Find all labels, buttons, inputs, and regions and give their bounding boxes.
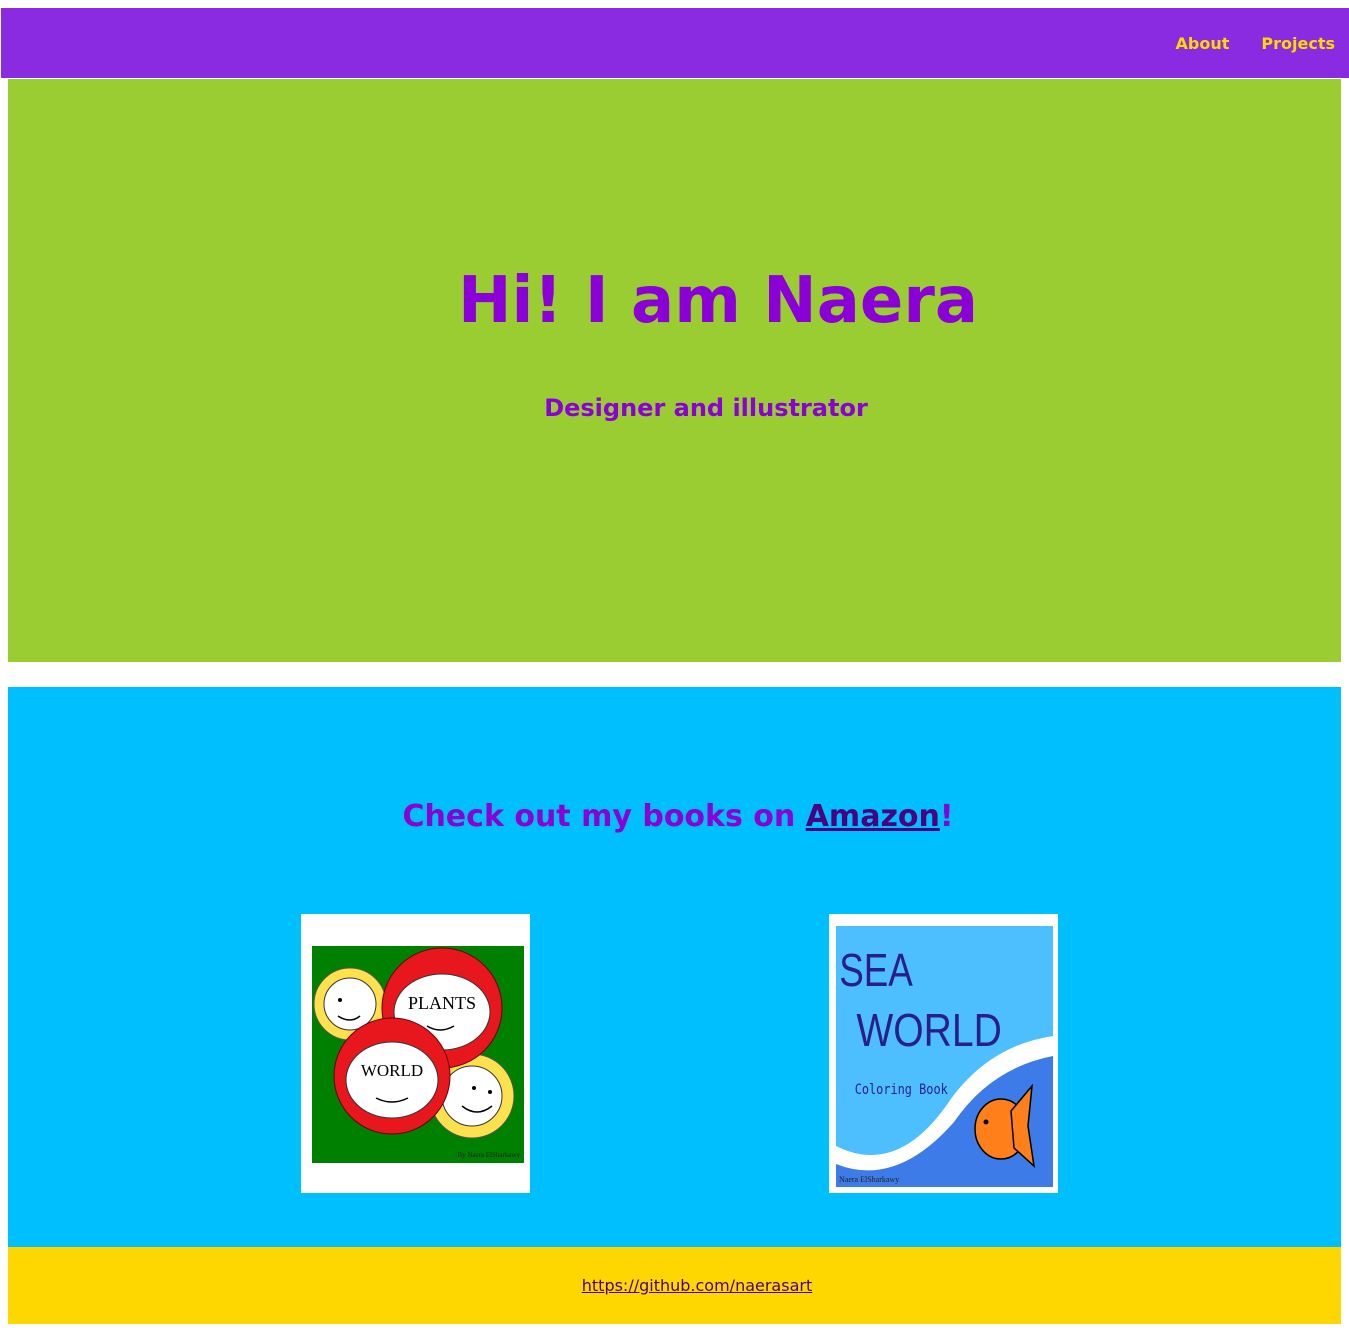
plants-author: By Naera ElSharkawy — [457, 1151, 520, 1159]
books-heading: Check out my books on Amazon! — [8, 797, 1348, 837]
github-link[interactable]: https://github.com/naerasart — [8, 1275, 1349, 1297]
sea-word: SEA — [839, 944, 913, 996]
hero-subtitle: Designer and illustrator — [544, 394, 868, 422]
coloring-book-label: Coloring Book — [855, 1082, 948, 1098]
hero-title: Hi! I am Naera — [457, 264, 979, 338]
red-flower-world: WORLD — [333, 1017, 451, 1135]
sea-world-cover-icon: SEA WORLD Coloring Book Naera ElSharkawy — [836, 926, 1053, 1187]
plants-world-illustration: PLANTS WORLD By Naera ElSharkawy — [313, 947, 520, 1159]
book-cover-sea-world[interactable]: SEA WORLD Coloring Book Naera ElSharkawy — [829, 914, 1058, 1193]
books-heading-suffix: ! — [939, 799, 954, 834]
footer: https://github.com/naerasart — [8, 1247, 1341, 1324]
amazon-link[interactable]: Amazon — [806, 799, 940, 834]
books-heading-prefix: Check out my books on — [402, 799, 806, 834]
page: About Projects Hi! I am Naera Designer a… — [0, 0, 1349, 1332]
sea-author: Naera ElSharkawy — [839, 1175, 899, 1184]
nav-link-about[interactable]: About — [1176, 34, 1230, 54]
world-word-sea: WORLD — [856, 1005, 1001, 1057]
sea-world-illustration: SEA WORLD Coloring Book Naera ElSharkawy — [836, 926, 1053, 1187]
plants-world-cover-icon: PLANTS WORLD By Naera ElSharkawy — [312, 946, 524, 1163]
books-section: Check out my books on Amazon! PLANTS WOR… — [8, 687, 1341, 1247]
navbar: About Projects — [1, 8, 1349, 78]
nav-links: About Projects — [1176, 34, 1335, 54]
world-word: WORLD — [361, 1061, 423, 1080]
hero-section: Hi! I am Naera Designer and illustrator — [8, 79, 1341, 662]
nav-link-projects[interactable]: Projects — [1261, 34, 1335, 54]
book-cover-plants-world[interactable]: PLANTS WORLD By Naera ElSharkawy — [301, 914, 530, 1193]
plants-word: PLANTS — [408, 993, 476, 1013]
